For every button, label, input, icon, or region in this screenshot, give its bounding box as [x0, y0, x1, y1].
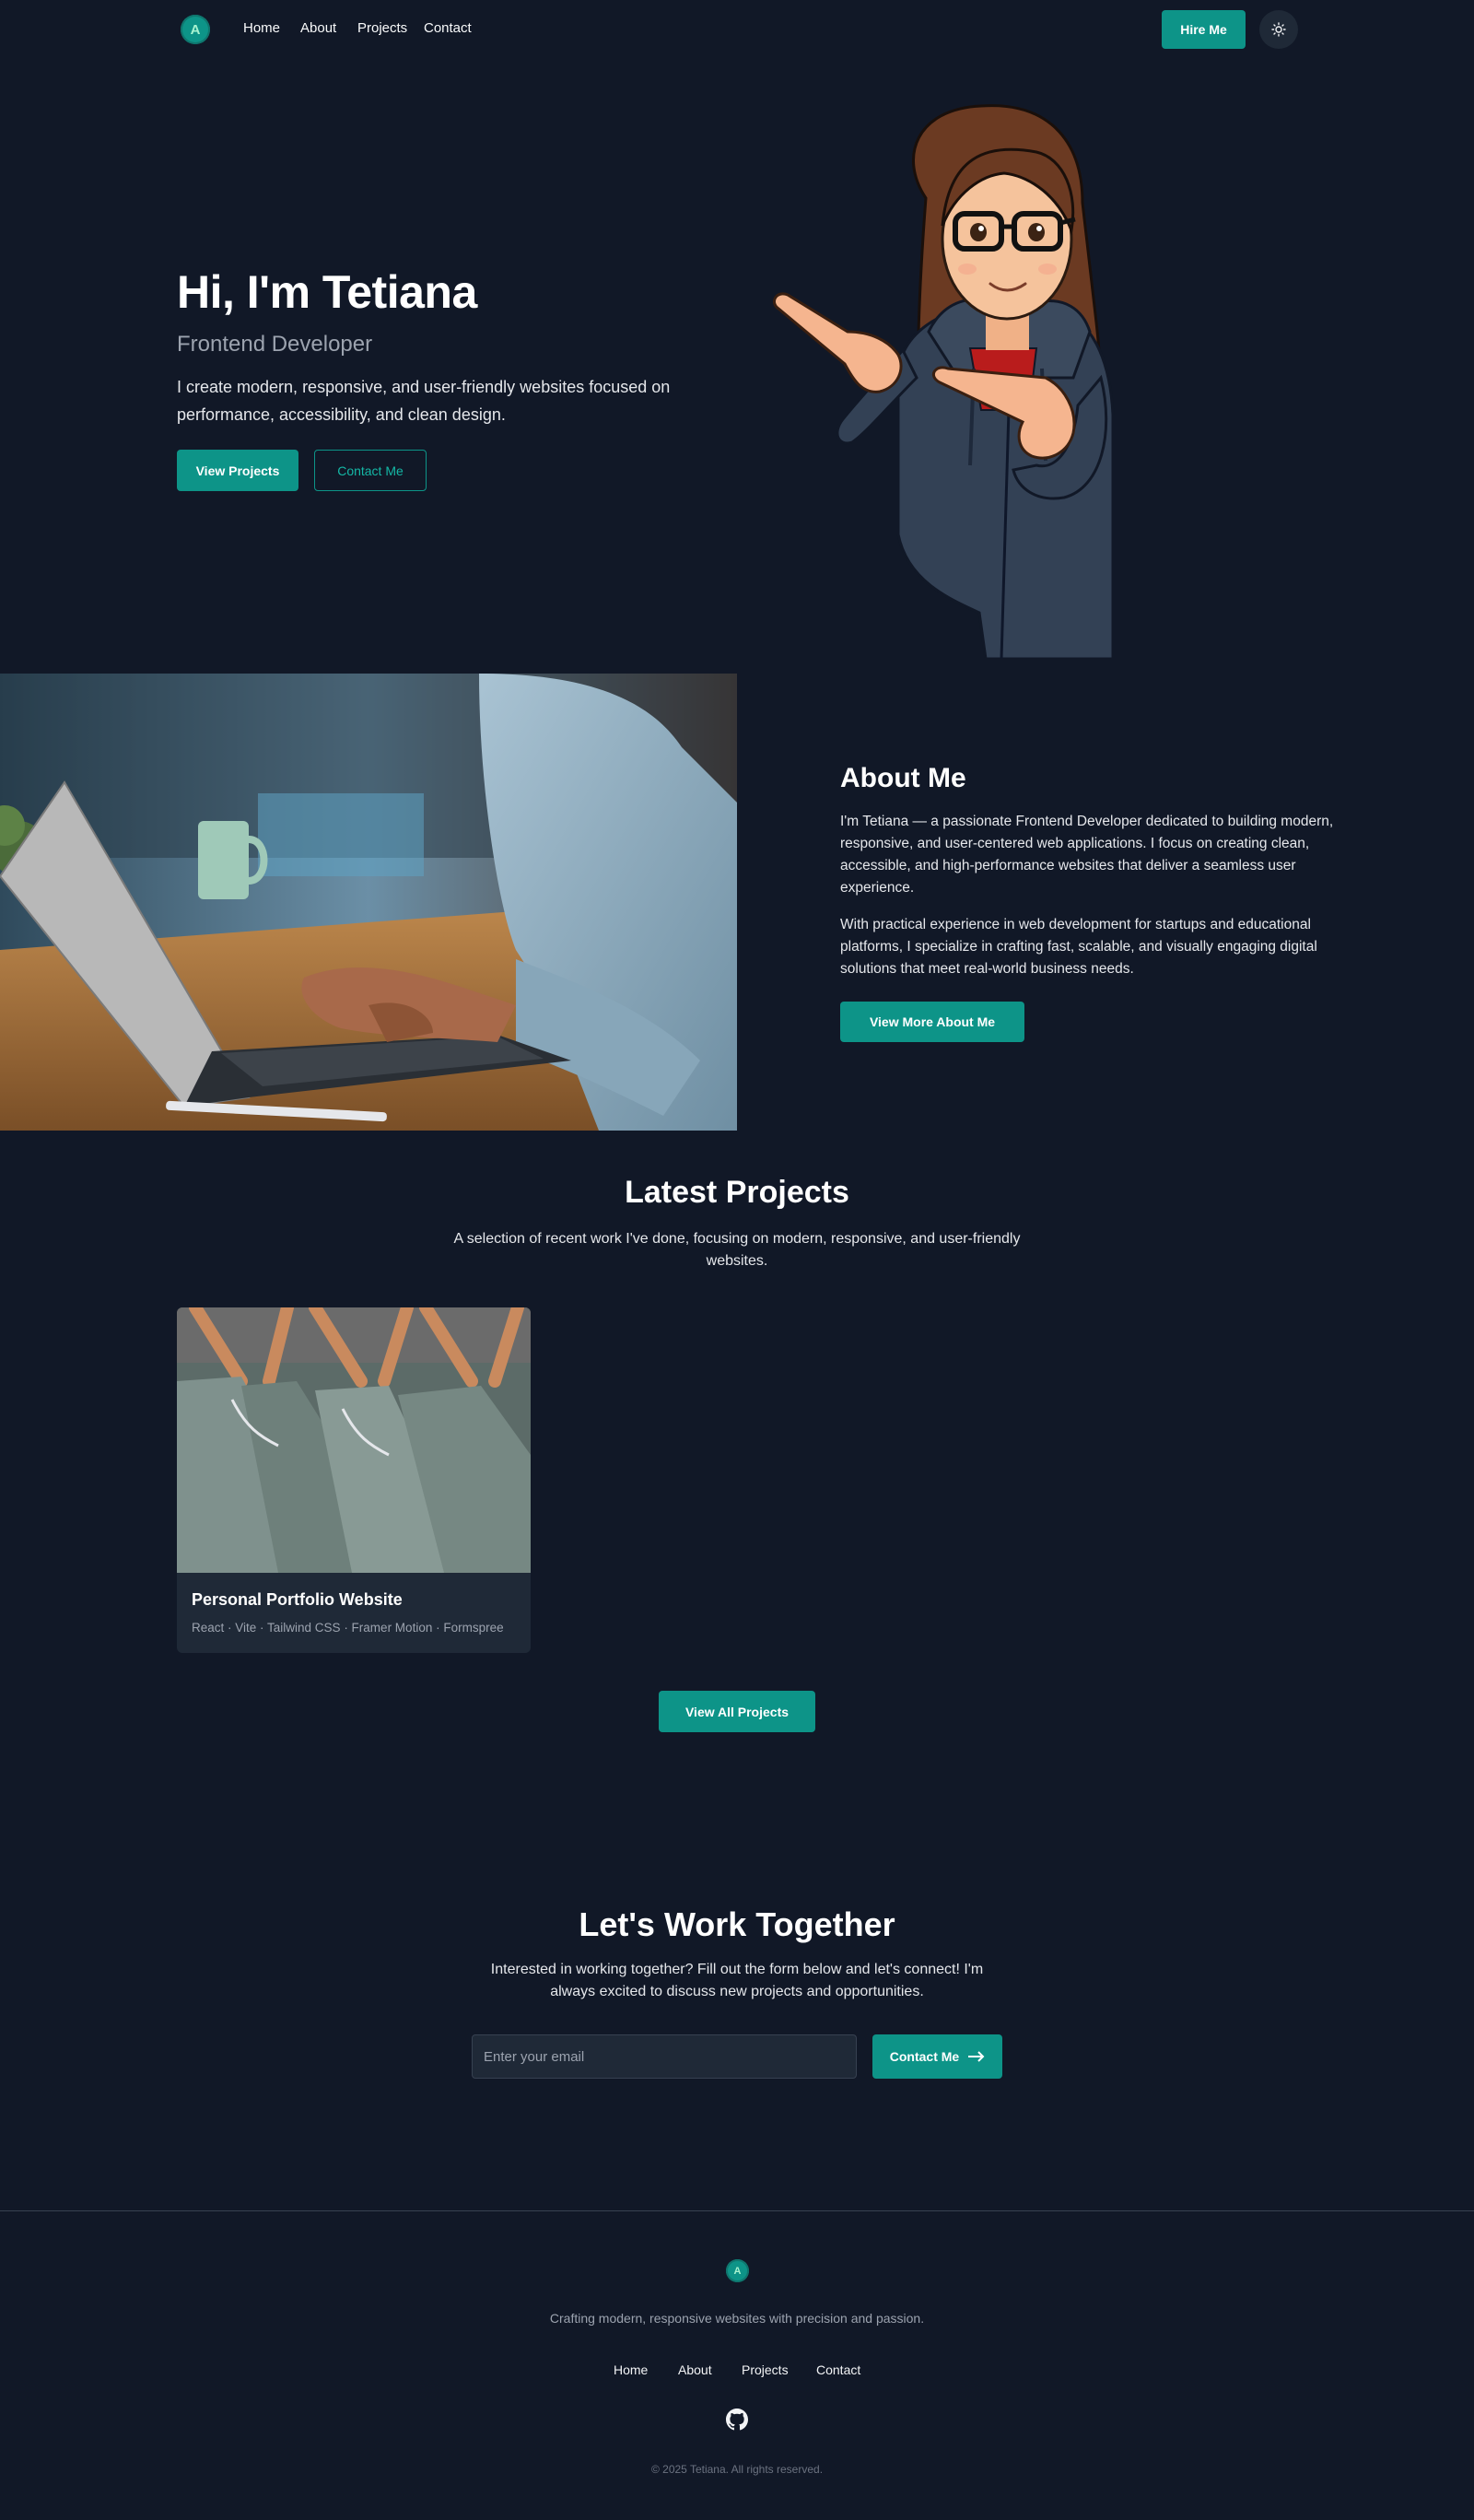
footer-tagline: Crafting modern, responsive websites wit… [549, 2311, 925, 2326]
avatar-illustration [773, 104, 1115, 659]
nav-link-contact[interactable]: Contact [424, 20, 472, 36]
contact-me-button[interactable]: Contact Me [314, 450, 427, 491]
footer-logo-icon[interactable]: A [726, 2259, 749, 2282]
nav-link-about[interactable]: About [300, 20, 336, 36]
email-input[interactable] [472, 2034, 857, 2079]
theme-toggle-button[interactable] [1259, 10, 1298, 49]
view-projects-button[interactable]: View Projects [177, 450, 298, 491]
about-paragraph-1: I'm Tetiana — a passionate Frontend Deve… [840, 814, 1334, 896]
github-icon[interactable] [726, 2409, 748, 2431]
project-thumbnail [177, 1307, 531, 1573]
project-tags: React · Vite · Tailwind CSS · Framer Mot… [192, 1621, 504, 1635]
copyright: © 2025 Tetiana. All rights reserved. [650, 2463, 824, 2476]
logo-icon[interactable]: A [181, 15, 210, 44]
sun-icon [1271, 22, 1286, 37]
contact-description: Interested in working together? Fill out… [490, 1962, 984, 1999]
footer-link-about[interactable]: About [678, 2362, 712, 2377]
hire-me-button[interactable]: Hire Me [1162, 10, 1246, 49]
project-card[interactable]: Personal Portfolio Website React · Vite … [177, 1307, 531, 1653]
footer-link-projects[interactable]: Projects [742, 2362, 789, 2377]
contact-submit-button[interactable]: Contact Me [872, 2034, 1002, 2079]
about-title: About Me [840, 763, 966, 793]
projects-description: A selection of recent work I've done, fo… [453, 1231, 1021, 1269]
project-title: Personal Portfolio Website [192, 1590, 403, 1609]
contact-title: Let's Work Together [579, 1905, 895, 1943]
view-all-projects-button[interactable]: View All Projects [659, 1691, 815, 1732]
about-paragraph-2: With practical experience in web develop… [840, 917, 1317, 977]
nav-link-projects[interactable]: Projects [357, 20, 407, 36]
top-navbar: A Home About Projects Contact Hire Me [0, 0, 1474, 59]
about-photo-laptop [0, 674, 737, 1131]
hero-subtitle: Frontend Developer [177, 332, 373, 357]
footer-link-home[interactable]: Home [614, 2362, 648, 2377]
hero-description: I create modern, responsive, and user-fr… [177, 378, 671, 424]
nav-link-home[interactable]: Home [243, 20, 280, 36]
footer-link-contact[interactable]: Contact [816, 2362, 860, 2377]
hero-title: Hi, I'm Tetiana [177, 266, 477, 318]
contact-button-label: Contact Me [889, 2049, 960, 2064]
footer-divider [0, 2210, 1474, 2211]
view-more-about-button[interactable]: View More About Me [840, 1002, 1024, 1042]
arrow-right-icon [968, 2051, 985, 2062]
projects-title: Latest Projects [625, 1175, 849, 1210]
